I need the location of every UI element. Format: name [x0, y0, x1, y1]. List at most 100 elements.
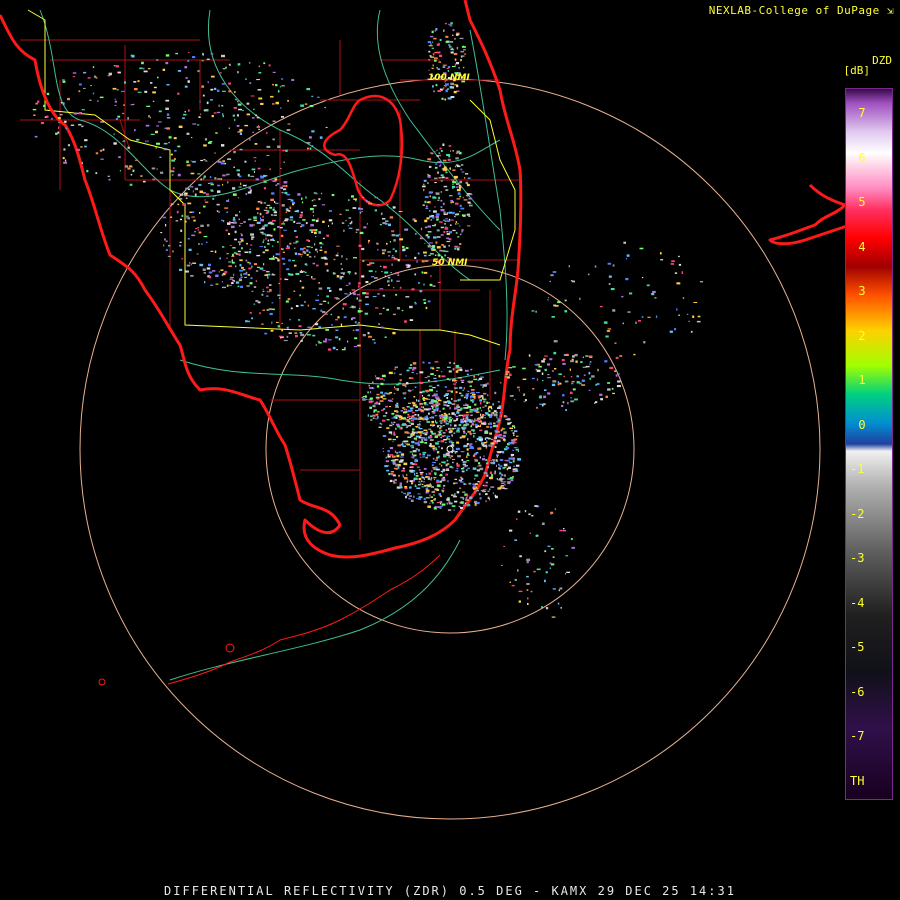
echo-pixel — [450, 82, 454, 86]
echo-pixel — [394, 250, 398, 253]
echo-pixel — [565, 353, 569, 356]
radar-map[interactable] — [0, 0, 900, 900]
echo-pixel — [380, 326, 384, 329]
echo-pixel — [269, 258, 272, 260]
echo-pixel — [526, 575, 529, 578]
echo-pixel — [472, 467, 477, 470]
echo-pixel — [455, 415, 459, 418]
echo-pixel — [415, 435, 420, 438]
echo-pixel — [118, 156, 121, 159]
echo-pixel — [220, 269, 224, 271]
echo-pixel — [287, 100, 289, 102]
echo-pixel — [357, 322, 359, 325]
echo-pixel — [531, 310, 535, 312]
echo-pixel — [536, 568, 541, 571]
echo-pixel — [576, 375, 579, 378]
echo-pixel — [487, 394, 489, 397]
echo-pixel — [239, 242, 241, 246]
echo-pixel — [340, 272, 344, 274]
echo-pixel — [239, 238, 244, 240]
echo-pixel — [113, 133, 115, 135]
echo-pixel — [117, 115, 121, 118]
echo-pixel — [446, 397, 449, 399]
echo-pixel — [213, 87, 217, 90]
echo-pixel — [430, 430, 433, 433]
echo-pixel — [474, 478, 476, 480]
echo-pixel — [242, 109, 244, 112]
echo-pixel — [448, 145, 452, 147]
echo-pixel — [439, 473, 443, 477]
echo-pixel — [204, 281, 206, 284]
echo-pixel — [211, 75, 215, 78]
echo-pixel — [399, 486, 403, 489]
echo-pixel — [203, 159, 206, 161]
echo-pixel — [414, 273, 417, 276]
echo-pixel — [328, 210, 332, 212]
echo-pixel — [335, 254, 339, 257]
echo-pixel — [432, 52, 435, 56]
echo-pixel — [457, 223, 459, 225]
echo-pixel — [421, 271, 423, 274]
echo-pixel — [357, 310, 362, 313]
echo-pixel — [495, 495, 498, 499]
echo-pixel — [407, 421, 411, 423]
echo-pixel — [205, 160, 208, 162]
echo-pixel — [115, 118, 119, 120]
echo-pixel — [429, 435, 433, 439]
echo-pixel — [149, 116, 151, 119]
echo-pixel — [393, 467, 398, 470]
echo-pixel — [456, 150, 460, 153]
echo-pixel — [462, 415, 465, 418]
echo-pixel — [436, 502, 441, 504]
echo-pixel — [469, 411, 473, 413]
echo-pixel — [429, 494, 431, 497]
echo-pixel — [551, 563, 555, 566]
echo-pixel — [415, 475, 419, 477]
echo-pixel — [362, 260, 365, 262]
echo-pixel — [515, 448, 519, 451]
echo-pixel — [427, 394, 429, 397]
echo-pixel — [423, 271, 428, 274]
echo-pixel — [170, 170, 174, 173]
echo-pixel — [440, 150, 443, 152]
echo-pixel — [237, 241, 242, 243]
echo-pixel — [418, 478, 422, 481]
echo-pixel — [445, 41, 450, 43]
echo-pixel — [300, 256, 302, 258]
echo-pixel — [512, 457, 515, 460]
echo-pixel — [470, 388, 475, 391]
echo-pixel — [239, 264, 242, 267]
echo-pixel — [107, 175, 110, 177]
echo-pixel — [391, 412, 395, 415]
echo-pixel — [465, 496, 468, 500]
echo-pixel — [407, 413, 410, 416]
echo-pixel — [697, 315, 701, 318]
echo-pixel — [509, 581, 511, 583]
echo-pixel — [275, 202, 279, 205]
echo-pixel — [403, 462, 408, 466]
echo-pixel — [446, 459, 449, 462]
echo-pixel — [615, 374, 618, 377]
echo-pixel — [418, 481, 421, 483]
echo-pixel — [502, 434, 506, 438]
echo-pixel — [277, 226, 280, 228]
echo-pixel — [277, 259, 280, 262]
corner-arrow-icon: ⇲ — [886, 4, 894, 17]
echo-pixel — [414, 301, 416, 303]
echo-pixel — [459, 186, 462, 189]
echo-pixel — [206, 109, 209, 112]
echo-pixel — [460, 168, 463, 171]
echo-pixel — [446, 154, 451, 156]
echo-pixel — [381, 271, 383, 273]
echo-pixel — [436, 506, 440, 508]
echo-pixel — [253, 224, 255, 226]
echo-pixel — [433, 236, 437, 239]
echo-pixel — [150, 82, 153, 84]
echo-pixel — [340, 275, 344, 278]
echo-pixel — [646, 284, 650, 287]
echo-pixel — [260, 217, 261, 219]
echo-pixel — [569, 391, 573, 395]
echo-pixel — [430, 496, 433, 498]
echo-pixel — [514, 539, 517, 541]
echo-pixel — [316, 96, 320, 98]
